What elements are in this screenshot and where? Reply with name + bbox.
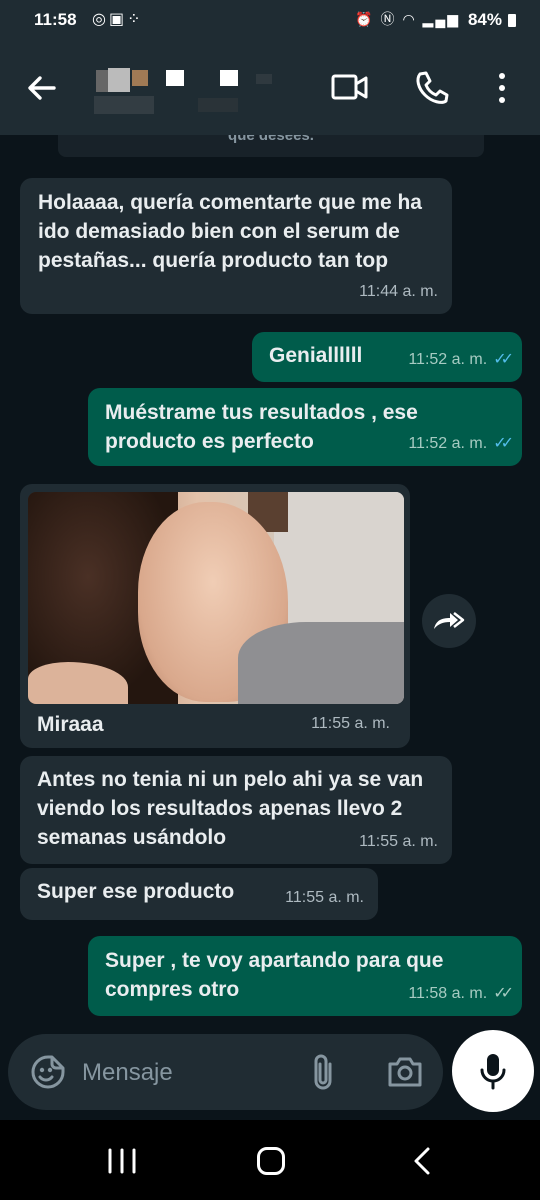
message-bubble-outgoing[interactable]: Geniallllll 11:52 a. m. ✓✓ [252,332,522,382]
message-bubble-outgoing[interactable]: Muéstrame tus resultados , ese producto … [88,388,522,466]
system-icons: ⏰ Ⓝ ◠ ▂▄▆ [355,9,460,29]
photo-attachment[interactable] [28,492,404,704]
alarm-icon: ⏰ [355,11,375,27]
message-bubble-image[interactable]: Miraaa 11:55 a. m. [20,484,410,748]
message-bubble-outgoing[interactable]: Super , te voy apartando para que compre… [88,936,522,1016]
wifi-icon: ◠ [402,11,417,27]
redaction-block [220,70,238,86]
redaction-block [198,98,238,112]
status-bar: 11:58 ◎▣⁘ ⏰ Ⓝ ◠ ▂▄▆ 84% [0,0,540,40]
message-bubble-incoming[interactable]: Super ese producto 11:55 a. m. [20,868,378,920]
instagram-icon: ▣ [108,11,128,28]
image-caption: Miraaa [37,713,104,736]
system-message: que desees. [58,135,484,157]
message-time: 11:55 a. m. [359,833,438,850]
composer-bar [0,1030,540,1120]
message-time: 11:55 a. m. [285,889,364,906]
redaction-block [256,74,272,84]
camera-icon[interactable] [386,1054,424,1090]
recent-apps-icon[interactable] [106,1148,138,1174]
message-time: 11:55 a. m. [311,715,390,732]
grid-icon: ⁘ [127,11,144,28]
delivered-receipt-icon: ✓✓ [493,985,514,1002]
emoji-sticker-icon[interactable] [30,1054,66,1090]
redaction-block [96,70,108,92]
notification-icons: ◎▣⁘ [92,9,144,29]
whatsapp-icon: ◎ [92,11,109,28]
home-icon[interactable] [257,1147,285,1175]
battery-icon [508,14,516,27]
system-nav-bar [0,1120,540,1200]
forward-icon[interactable] [422,594,476,648]
signal-icon: ▂▄▆ [422,11,460,27]
message-bubble-incoming[interactable]: Antes no tenia ni un pelo ahi ya se van … [20,756,452,864]
read-receipt-icon: ✓✓ [493,351,514,368]
contact-info-redacted[interactable] [88,62,278,117]
back-icon[interactable] [410,1146,434,1176]
redaction-block [166,70,184,86]
message-meta: 11:52 a. m. ✓✓ [408,345,514,374]
photo-wall [274,492,404,642]
phone-icon[interactable] [412,68,452,108]
attach-icon[interactable] [308,1052,338,1092]
message-meta: 11:58 a. m. ✓✓ [408,979,514,1008]
nfc-icon: Ⓝ [380,11,397,27]
message-text: Holaaaa, quería comentarte que me ha ido… [38,191,422,272]
redaction-block [94,96,154,114]
message-composer [8,1034,443,1110]
message-bubble-incoming[interactable]: Holaaaa, quería comentarte que me ha ido… [20,178,452,314]
microphone-icon[interactable] [452,1030,534,1112]
redaction-block [132,70,148,86]
message-meta: 11:52 a. m. ✓✓ [408,429,514,458]
back-arrow-icon[interactable] [24,70,60,106]
redaction-block [108,68,130,92]
more-vert-icon[interactable] [494,70,510,106]
message-time: 11:52 a. m. [408,351,488,368]
read-receipt-icon: ✓✓ [493,435,514,452]
message-time: 11:44 a. m. [359,283,438,300]
photo-hoodie [238,622,404,704]
battery-level: 84% [467,10,502,29]
message-time: 11:52 a. m. [408,435,488,452]
video-call-icon[interactable] [330,70,370,106]
message-list[interactable]: que desees. Holaaaa, quería comentarte q… [0,135,540,1030]
message-time: 11:58 a. m. [408,985,488,1002]
chat-header [0,40,540,135]
message-input[interactable] [80,1052,294,1094]
status-time: 11:58 [34,10,77,29]
